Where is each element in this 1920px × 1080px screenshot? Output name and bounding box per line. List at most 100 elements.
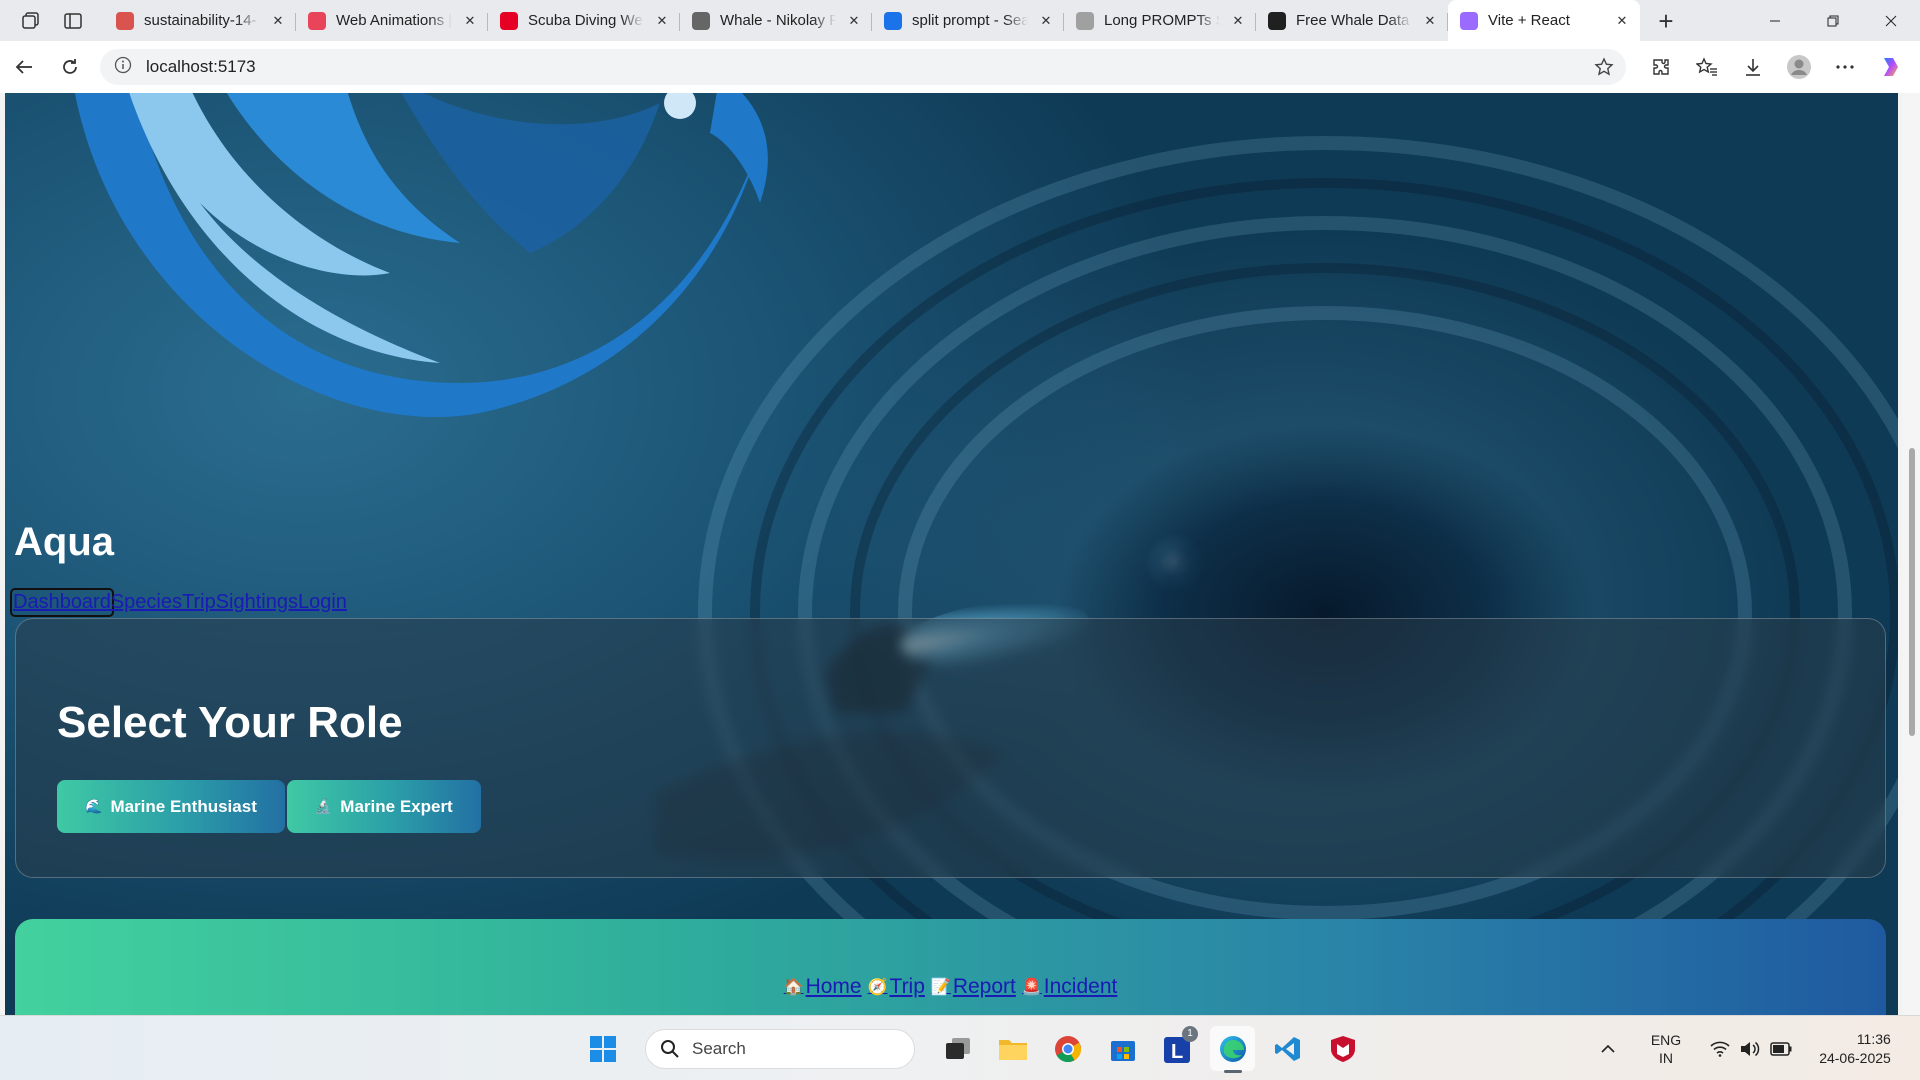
tab-title: Whale - Nikolay F	[720, 12, 836, 29]
tab-close-icon[interactable]: ✕	[1614, 13, 1630, 29]
role-heading: Select Your Role	[57, 698, 403, 747]
windows-taskbar: Search L 1 ENG IN 11:36 24-06-2025	[0, 1015, 1920, 1080]
vscode-icon[interactable]	[1265, 1026, 1310, 1071]
edge-browser-icon[interactable]	[1210, 1026, 1255, 1073]
site-info-icon[interactable]	[114, 56, 132, 79]
nav-link-species[interactable]: Species	[111, 591, 182, 614]
tab-favicon-icon	[500, 11, 518, 30]
siren-icon: 🚨	[1021, 979, 1042, 996]
compass-icon: 🧭	[867, 979, 888, 996]
address-bar[interactable]: localhost:5173	[100, 49, 1626, 85]
favorite-star-icon[interactable]	[1594, 57, 1614, 82]
wifi-icon	[1710, 1041, 1730, 1057]
tab-title: split prompt - Sea	[912, 12, 1028, 29]
notification-badge: 1	[1182, 1026, 1198, 1042]
restore-button[interactable]	[1804, 0, 1862, 41]
nav-link-dashboard[interactable]: Dashboard	[10, 588, 114, 617]
system-status-group[interactable]	[1710, 1041, 1792, 1057]
tab-close-icon[interactable]: ✕	[1422, 13, 1438, 29]
tab-close-icon[interactable]: ✕	[1230, 13, 1246, 29]
role-selection-card: Select Your Role 🌊 Marine Enthusiast 🔬 M…	[15, 618, 1886, 878]
favorites-icon[interactable]	[1688, 49, 1726, 85]
mcafee-icon[interactable]	[1320, 1026, 1365, 1071]
copilot-icon[interactable]	[1872, 49, 1910, 85]
page-scrollbar[interactable]	[1903, 93, 1920, 1015]
tab-favicon-icon	[1460, 11, 1478, 30]
tab-close-icon[interactable]: ✕	[654, 13, 670, 29]
task-view-icon[interactable]	[935, 1026, 980, 1071]
nav-link-login[interactable]: Login	[298, 591, 347, 614]
svg-text:L: L	[1171, 1041, 1183, 1063]
tab-title: sustainability-14-	[144, 12, 257, 29]
aqua-logo-image	[74, 93, 768, 417]
taskbar-search-box[interactable]: Search	[645, 1028, 915, 1069]
show-hidden-icons-chevron-icon[interactable]	[1588, 1044, 1628, 1054]
close-window-button[interactable]	[1862, 0, 1920, 41]
chrome-icon[interactable]	[1045, 1026, 1090, 1071]
workspaces-icon[interactable]	[20, 10, 42, 32]
clock-date: 24-06-2025	[1819, 1049, 1891, 1066]
marine-expert-label: Marine Expert	[340, 796, 453, 816]
scrollbar-thumb[interactable]	[1909, 448, 1915, 736]
nav-link-trip[interactable]: Trip	[182, 591, 216, 614]
browser-tab[interactable]: Whale - Nikolay F ✕	[680, 4, 872, 38]
bottom-link-report-label: Report	[952, 975, 1016, 998]
bottom-link-incident[interactable]: 🚨 Incident	[1022, 975, 1117, 999]
role-button-group: 🌊 Marine Enthusiast 🔬 Marine Expert	[57, 780, 481, 833]
browser-tab[interactable]: Long PROMPTs Sp ✕	[1064, 4, 1256, 38]
downloads-icon[interactable]	[1734, 49, 1772, 85]
profile-avatar-icon[interactable]	[1780, 49, 1818, 85]
browser-toolbar: localhost:5173	[0, 41, 1920, 93]
tab-favicon-icon	[308, 11, 326, 30]
marine-expert-button[interactable]: 🔬 Marine Expert	[286, 780, 481, 833]
microscope-icon: 🔬	[314, 798, 333, 814]
new-tab-button[interactable]: +	[1646, 1, 1686, 41]
language-indicator[interactable]: ENG IN	[1638, 1031, 1694, 1067]
bottom-link-trip[interactable]: 🧭 Trip	[868, 975, 925, 999]
bottom-navigation-bar: 🏠 Home 🧭 Trip 📝 Report 🚨 Incident	[15, 919, 1886, 1015]
l-app-icon[interactable]: L 1	[1155, 1026, 1200, 1071]
marine-enthusiast-label: Marine Enthusiast	[110, 796, 257, 816]
search-icon	[661, 1039, 679, 1058]
browser-tab[interactable]: Free Whale Data ✕	[1256, 4, 1448, 38]
battery-icon	[1770, 1041, 1792, 1056]
tab-close-icon[interactable]: ✕	[270, 13, 286, 29]
browser-tab[interactable]: Scuba Diving Web ✕	[488, 4, 680, 38]
extensions-icon[interactable]	[1642, 49, 1680, 85]
tab-favicon-icon	[1076, 11, 1094, 30]
clock-time: 11:36	[1856, 1030, 1891, 1047]
bottom-link-home-label: Home	[805, 975, 862, 998]
file-explorer-icon[interactable]	[990, 1026, 1035, 1071]
bottom-link-incident-label: Incident	[1043, 975, 1118, 998]
memo-icon: 📝	[930, 979, 951, 996]
tab-favicon-icon	[116, 11, 134, 30]
tab-close-icon[interactable]: ✕	[1038, 13, 1054, 29]
tab-close-icon[interactable]: ✕	[846, 13, 862, 29]
tab-favicon-icon	[1268, 11, 1286, 30]
bottom-link-trip-label: Trip	[889, 975, 925, 998]
tab-close-icon[interactable]: ✕	[462, 13, 478, 29]
nav-link-sightings[interactable]: Sightings	[216, 591, 298, 614]
browser-tab[interactable]: split prompt - Sea ✕	[872, 4, 1064, 38]
back-arrow-icon[interactable]	[6, 49, 42, 85]
browser-tab[interactable]: sustainability-14- ✕	[104, 4, 296, 38]
tab-title: Web Animations |	[336, 12, 452, 29]
main-navigation: Dashboard Species Trip Sightings Login	[10, 588, 347, 617]
marine-enthusiast-button[interactable]: 🌊 Marine Enthusiast	[57, 780, 285, 833]
start-windows-icon[interactable]	[580, 1026, 625, 1071]
tab-favicon-icon	[692, 11, 710, 30]
system-clock[interactable]: 11:36 24-06-2025	[1814, 1030, 1896, 1068]
bottom-link-home[interactable]: 🏠 Home	[784, 975, 862, 999]
browser-tab[interactable]: Web Animations | ✕	[296, 4, 488, 38]
tab-title: Vite + React	[1488, 12, 1570, 29]
microsoft-store-icon[interactable]	[1100, 1026, 1145, 1071]
more-options-icon[interactable]	[1826, 49, 1864, 85]
bottom-link-report[interactable]: 📝 Report	[931, 975, 1016, 999]
minimize-button[interactable]	[1746, 0, 1804, 41]
browser-tab-strip: sustainability-14- ✕ Web Animations | ✕ Scu…	[0, 0, 1920, 41]
url-text[interactable]: localhost:5173	[146, 57, 256, 77]
refresh-icon[interactable]	[52, 49, 88, 85]
vertical-tabs-icon[interactable]	[62, 10, 84, 32]
language-code: ENG	[1650, 1031, 1682, 1048]
browser-tab[interactable]: Vite + React ✕	[1448, 0, 1640, 41]
